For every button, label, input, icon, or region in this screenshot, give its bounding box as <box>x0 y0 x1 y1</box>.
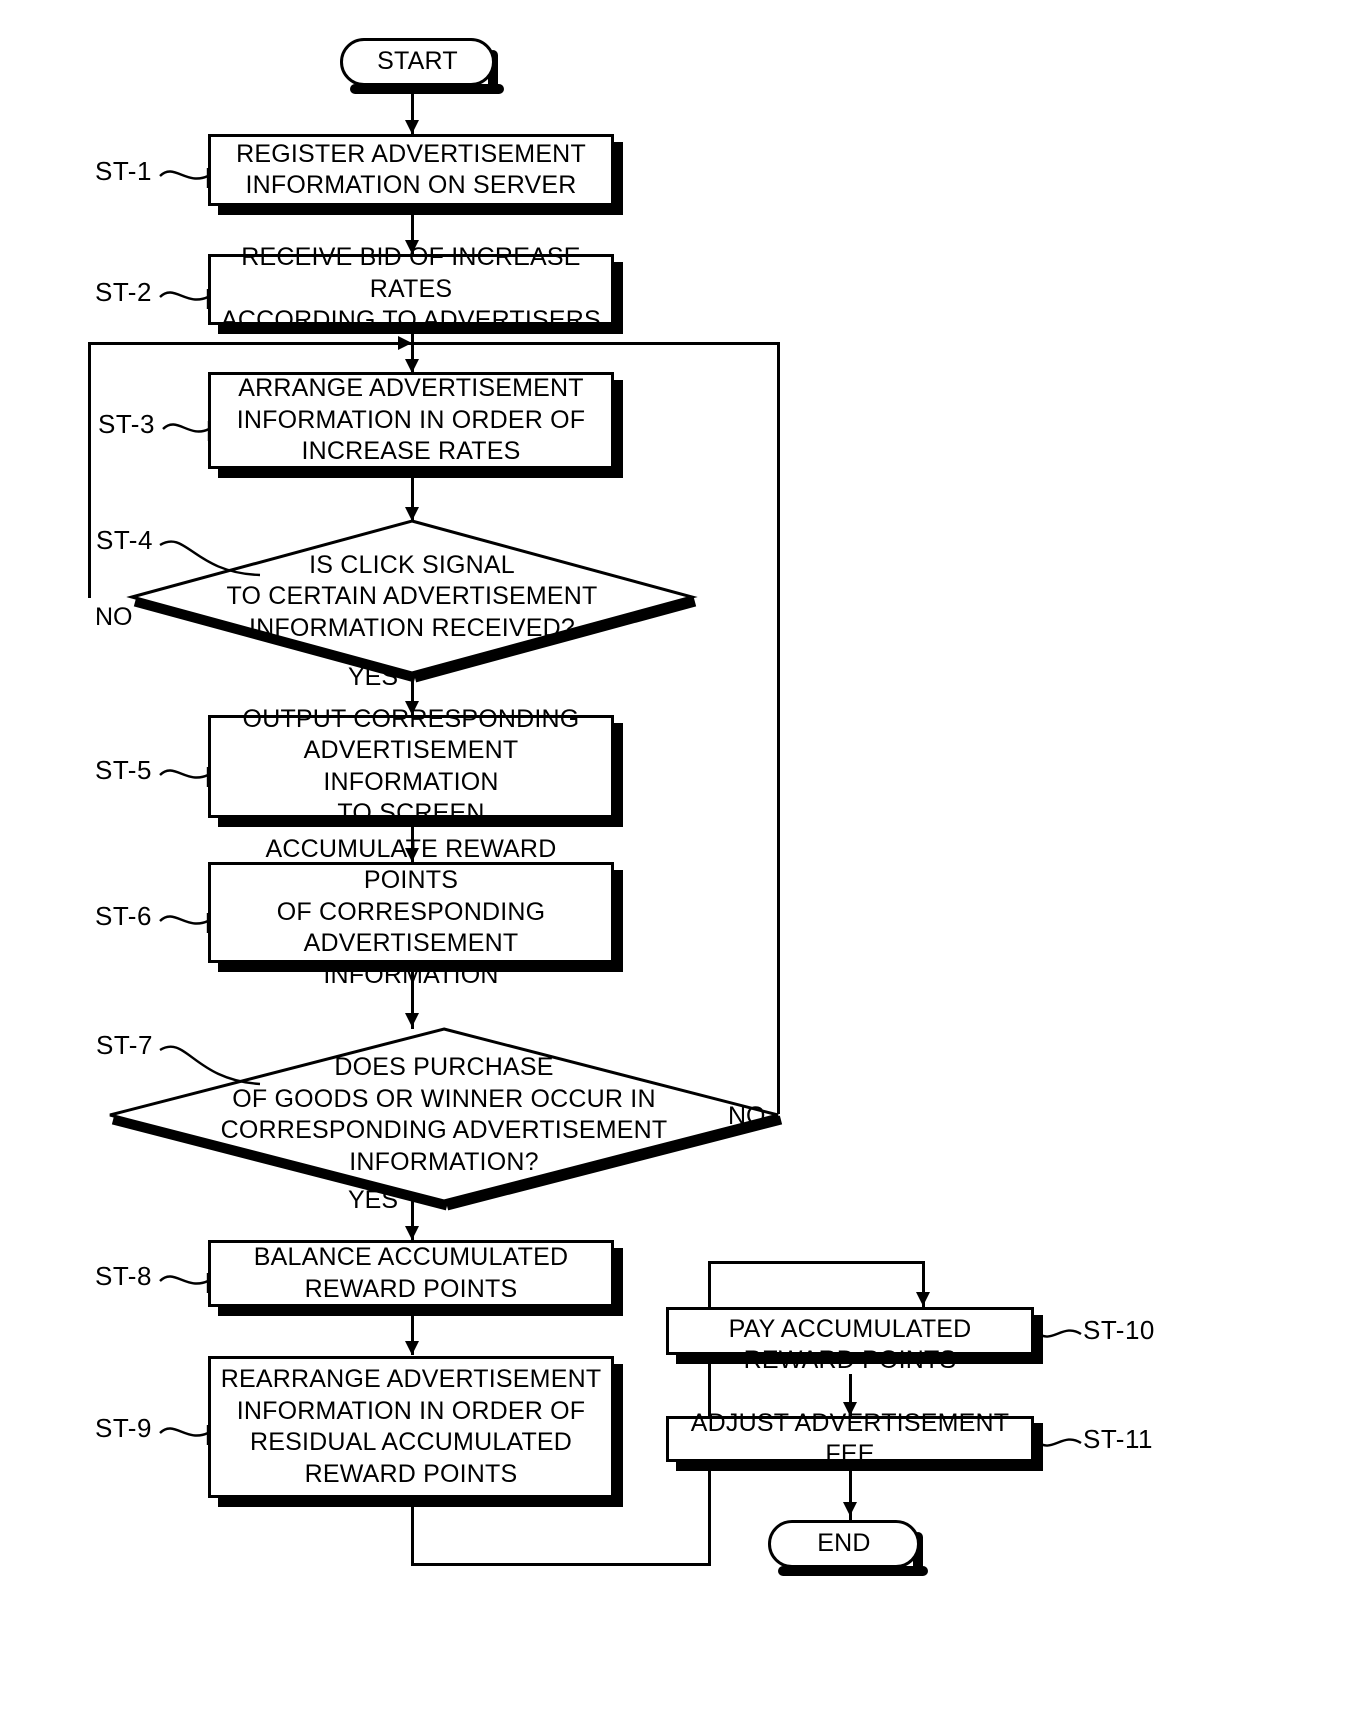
node-st2-label: RECEIVE BID OF INCREASE RATES ACCORDING … <box>211 242 611 337</box>
node-st1-line-2: INFORMATION ON SERVER <box>245 171 577 199</box>
tag-st7: ST-7 <box>96 1030 153 1060</box>
tag-st9: ST-9 <box>95 1413 152 1443</box>
node-st10-line-2: REWARD POINTS <box>743 1346 957 1374</box>
edge-st8-st9-arrowhead <box>405 1341 419 1355</box>
node-st8-line-2: REWARD POINTS <box>304 1274 518 1303</box>
tag-st10: ST-10 <box>1083 1315 1155 1345</box>
node-st9-line-1: REARRANGE ADVERTISEMENT <box>220 1365 602 1393</box>
st9-shadow-bottom <box>218 1497 623 1507</box>
node-st11[interactable]: ADJUST ADVERTISEMENT FEE <box>666 1409 1034 1468</box>
node-st3-label: ARRANGE ADVERTISEMENT INFORMATION IN ORD… <box>211 373 611 468</box>
node-st4-line-2: TO CERTAIN ADVERTISEMENT <box>226 582 598 611</box>
branch-label-st4-no: NO <box>95 603 133 631</box>
tag-st1: ST-1 <box>95 156 152 186</box>
st1-shadow-bottom <box>218 205 623 215</box>
node-st3-line-1: ARRANGE ADVERTISEMENT <box>238 374 584 403</box>
edge-st6-st7-arrowhead <box>405 1013 419 1027</box>
node-st2[interactable]: RECEIVE BID OF INCREASE RATES ACCORDING … <box>208 243 614 334</box>
branch-label-st7-no: NO <box>728 1102 766 1130</box>
node-st6-line-2: OF CORRESPONDING <box>276 897 546 926</box>
tag-st3: ST-3 <box>98 409 155 439</box>
leader-st5 <box>159 767 210 787</box>
st3-shadow-bottom <box>218 468 623 478</box>
node-st3[interactable]: ARRANGE ADVERTISEMENT INFORMATION IN ORD… <box>208 372 614 469</box>
feedback-rail-left <box>88 342 91 598</box>
tag-st4: ST-4 <box>96 525 153 555</box>
st9-shadow-right <box>613 1364 623 1507</box>
branch-label-st7-yes: YES <box>348 1186 399 1214</box>
node-st7-line-3: CORRESPONDING ADVERTISEMENT <box>220 1116 668 1144</box>
edge-st9-down <box>411 1498 414 1566</box>
node-start-label: START <box>377 47 458 76</box>
leader-st11 <box>1036 1438 1082 1447</box>
leader-st6 <box>159 913 210 933</box>
feedback-rail-top <box>88 342 780 345</box>
node-st7-line-1: DOES PURCHASE <box>334 1053 554 1081</box>
node-st1[interactable]: REGISTER ADVERTISEMENT INFORMATION ON SE… <box>208 134 614 206</box>
leader-st9 <box>159 1425 210 1445</box>
edge-st3-st4-arrowhead <box>405 507 419 521</box>
node-st5[interactable]: OUTPUT CORRESPONDING ADVERTISEMENT INFOR… <box>208 705 614 827</box>
node-st9-line-2: INFORMATION IN ORDER OF <box>236 1396 586 1425</box>
st1-shadow-right <box>613 142 623 215</box>
node-st7-line-4: INFORMATION? <box>349 1147 539 1176</box>
node-st1-line-1: REGISTER ADVERTISEMENT <box>236 139 586 168</box>
node-st9-line-3: RESIDUAL ACCUMULATED <box>249 1428 573 1456</box>
node-st5-line-2: ADVERTISEMENT INFORMATION <box>303 736 519 796</box>
edge-st2-st3-arrowhead <box>405 359 419 373</box>
flowchart-canvas: START REGISTER ADVERTISEMENT INFORMATION… <box>0 0 1353 1730</box>
tag-st8: ST-8 <box>95 1261 152 1291</box>
node-st4-line-3: INFORMATION RECEIVED? <box>248 613 575 642</box>
edge-start-st1-arrowhead <box>405 120 419 134</box>
feedback-rail-right <box>777 342 780 1114</box>
node-st9[interactable]: REARRANGE ADVERTISEMENT INFORMATION IN O… <box>208 1356 614 1498</box>
node-st1-label: REGISTER ADVERTISEMENT INFORMATION ON SE… <box>211 139 611 202</box>
leader-st3 <box>162 421 211 441</box>
node-st10-line-1: PAY ACCUMULATED <box>728 1314 972 1343</box>
node-st8-label: BALANCE ACCUMULATED REWARD POINTS <box>211 1242 611 1305</box>
tag-st6: ST-6 <box>95 901 152 931</box>
tag-st2: ST-2 <box>95 277 152 307</box>
node-end-label: END <box>817 1529 871 1558</box>
tag-st5: ST-5 <box>95 755 152 785</box>
node-st5-label: OUTPUT CORRESPONDING ADVERTISEMENT INFOR… <box>211 704 611 830</box>
edge-st10-entry <box>708 1261 925 1264</box>
node-st3-line-2: INFORMATION IN ORDER OF <box>236 405 586 434</box>
edge-st11-end-arrowhead <box>843 1502 857 1516</box>
edge-st10-entry-arrowhead <box>916 1292 930 1306</box>
edge-st9-right <box>411 1563 711 1566</box>
node-st6[interactable]: ACCUMULATE REWARD POINTS OF CORRESPONDIN… <box>208 835 614 989</box>
node-st10[interactable]: PAY ACCUMULATED REWARD POINTS <box>666 1307 1034 1374</box>
node-st7-line-2: OF GOODS OR WINNER OCCUR IN <box>232 1084 656 1113</box>
node-st6-line-1: ACCUMULATE REWARD POINTS <box>265 834 557 895</box>
st5-shadow-right <box>613 723 623 827</box>
feedback-merge-arrowhead <box>398 336 412 350</box>
node-st4-line-1: IS CLICK SIGNAL <box>309 550 515 579</box>
node-st2-line-1: RECEIVE BID OF INCREASE RATES <box>241 243 581 303</box>
st8-shadow-bottom <box>218 1306 623 1316</box>
leader-st10 <box>1036 1329 1082 1338</box>
leader-st1 <box>159 168 210 188</box>
node-st3-line-3: INCREASE RATES <box>301 437 521 466</box>
node-st8-line-1: BALANCE ACCUMULATED <box>253 1243 569 1271</box>
leader-st2 <box>159 289 210 309</box>
st8-shadow-right <box>613 1248 623 1316</box>
st2-shadow-right <box>613 262 623 334</box>
leader-st8 <box>159 1273 210 1293</box>
st6-shadow-right <box>613 870 623 972</box>
node-end[interactable]: END <box>768 1520 920 1568</box>
node-st9-label: REARRANGE ADVERTISEMENT INFORMATION IN O… <box>211 1364 611 1490</box>
leader-st4 <box>159 540 261 577</box>
node-st5-line-1: OUTPUT CORRESPONDING <box>242 704 580 733</box>
node-st8[interactable]: BALANCE ACCUMULATED REWARD POINTS <box>208 1240 614 1307</box>
edge-st7-st8-arrowhead <box>405 1226 419 1240</box>
node-start[interactable]: START <box>340 38 495 86</box>
leader-st7 <box>159 1045 261 1086</box>
branch-label-st4-yes: YES <box>348 663 399 691</box>
tag-st11: ST-11 <box>1083 1424 1153 1454</box>
node-st9-line-4: REWARD POINTS <box>304 1459 518 1488</box>
st3-shadow-right <box>613 380 623 478</box>
node-st10-label: PAY ACCUMULATED REWARD POINTS <box>669 1314 1031 1377</box>
